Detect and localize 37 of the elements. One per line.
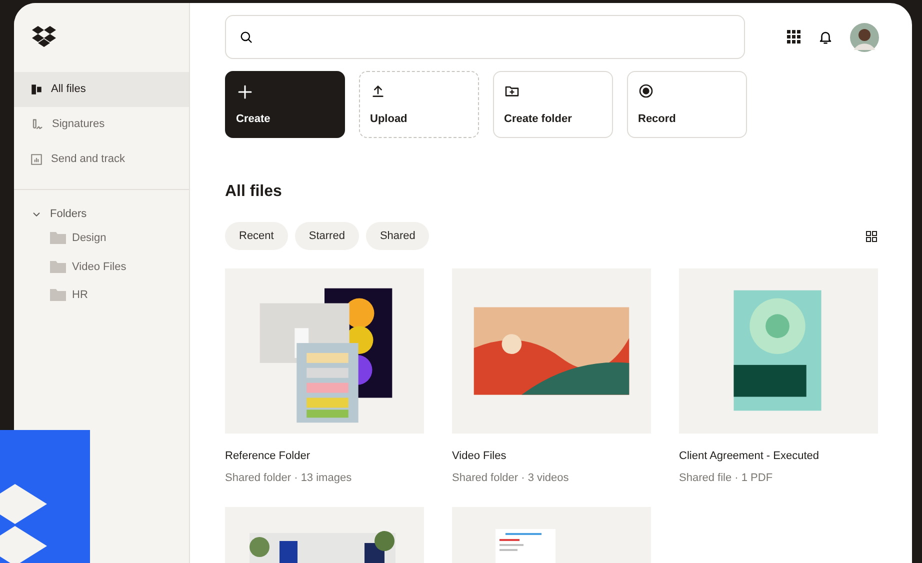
folder-icon xyxy=(50,260,66,273)
avatar[interactable] xyxy=(850,22,879,52)
folders-toggle[interactable]: Folders xyxy=(14,204,189,224)
record-icon xyxy=(638,83,654,99)
file-detail: Shared folder · 13 images xyxy=(225,470,353,486)
files-icon xyxy=(30,83,43,96)
action-button[interactable]: Create xyxy=(225,71,345,138)
grid-view-icon[interactable] xyxy=(866,230,877,242)
apps-grid-icon[interactable] xyxy=(787,30,801,44)
search-field[interactable] xyxy=(225,15,745,59)
file-name[interactable]: Reference Folder xyxy=(225,448,424,464)
nav-item[interactable]: Send and track xyxy=(14,142,189,177)
folder-icon xyxy=(50,232,66,244)
folder-item[interactable]: Video Files xyxy=(14,252,189,281)
search-icon xyxy=(239,30,253,44)
folder-item[interactable]: HR xyxy=(14,281,189,310)
action-button[interactable]: Upload xyxy=(359,71,479,138)
action-button[interactable]: Create folder xyxy=(493,71,613,138)
signature-icon xyxy=(30,118,44,132)
file-detail: Shared folder · 3 videos xyxy=(452,470,570,486)
nav-item[interactable]: Signatures xyxy=(14,107,189,142)
action-button[interactable]: Record xyxy=(627,71,747,138)
nav-item[interactable]: All files xyxy=(14,72,189,107)
file-name[interactable]: Video Files xyxy=(452,448,651,464)
folder-icon xyxy=(50,289,66,302)
filter-chip[interactable]: Shared xyxy=(366,222,430,250)
upload-icon xyxy=(370,83,386,99)
plus-icon xyxy=(236,83,254,101)
filter-chip[interactable]: Starred xyxy=(294,222,359,250)
section-heading: All files xyxy=(225,182,283,202)
bell-icon xyxy=(818,30,833,44)
file-detail: Shared file · 1 PDF xyxy=(679,470,774,486)
logo-icon xyxy=(31,26,57,48)
filter-chip[interactable]: Recent xyxy=(225,222,288,250)
file-name[interactable]: Client Agreement - Executed xyxy=(679,448,878,464)
chart-icon xyxy=(30,153,43,166)
folder-item[interactable]: Design xyxy=(14,224,189,252)
